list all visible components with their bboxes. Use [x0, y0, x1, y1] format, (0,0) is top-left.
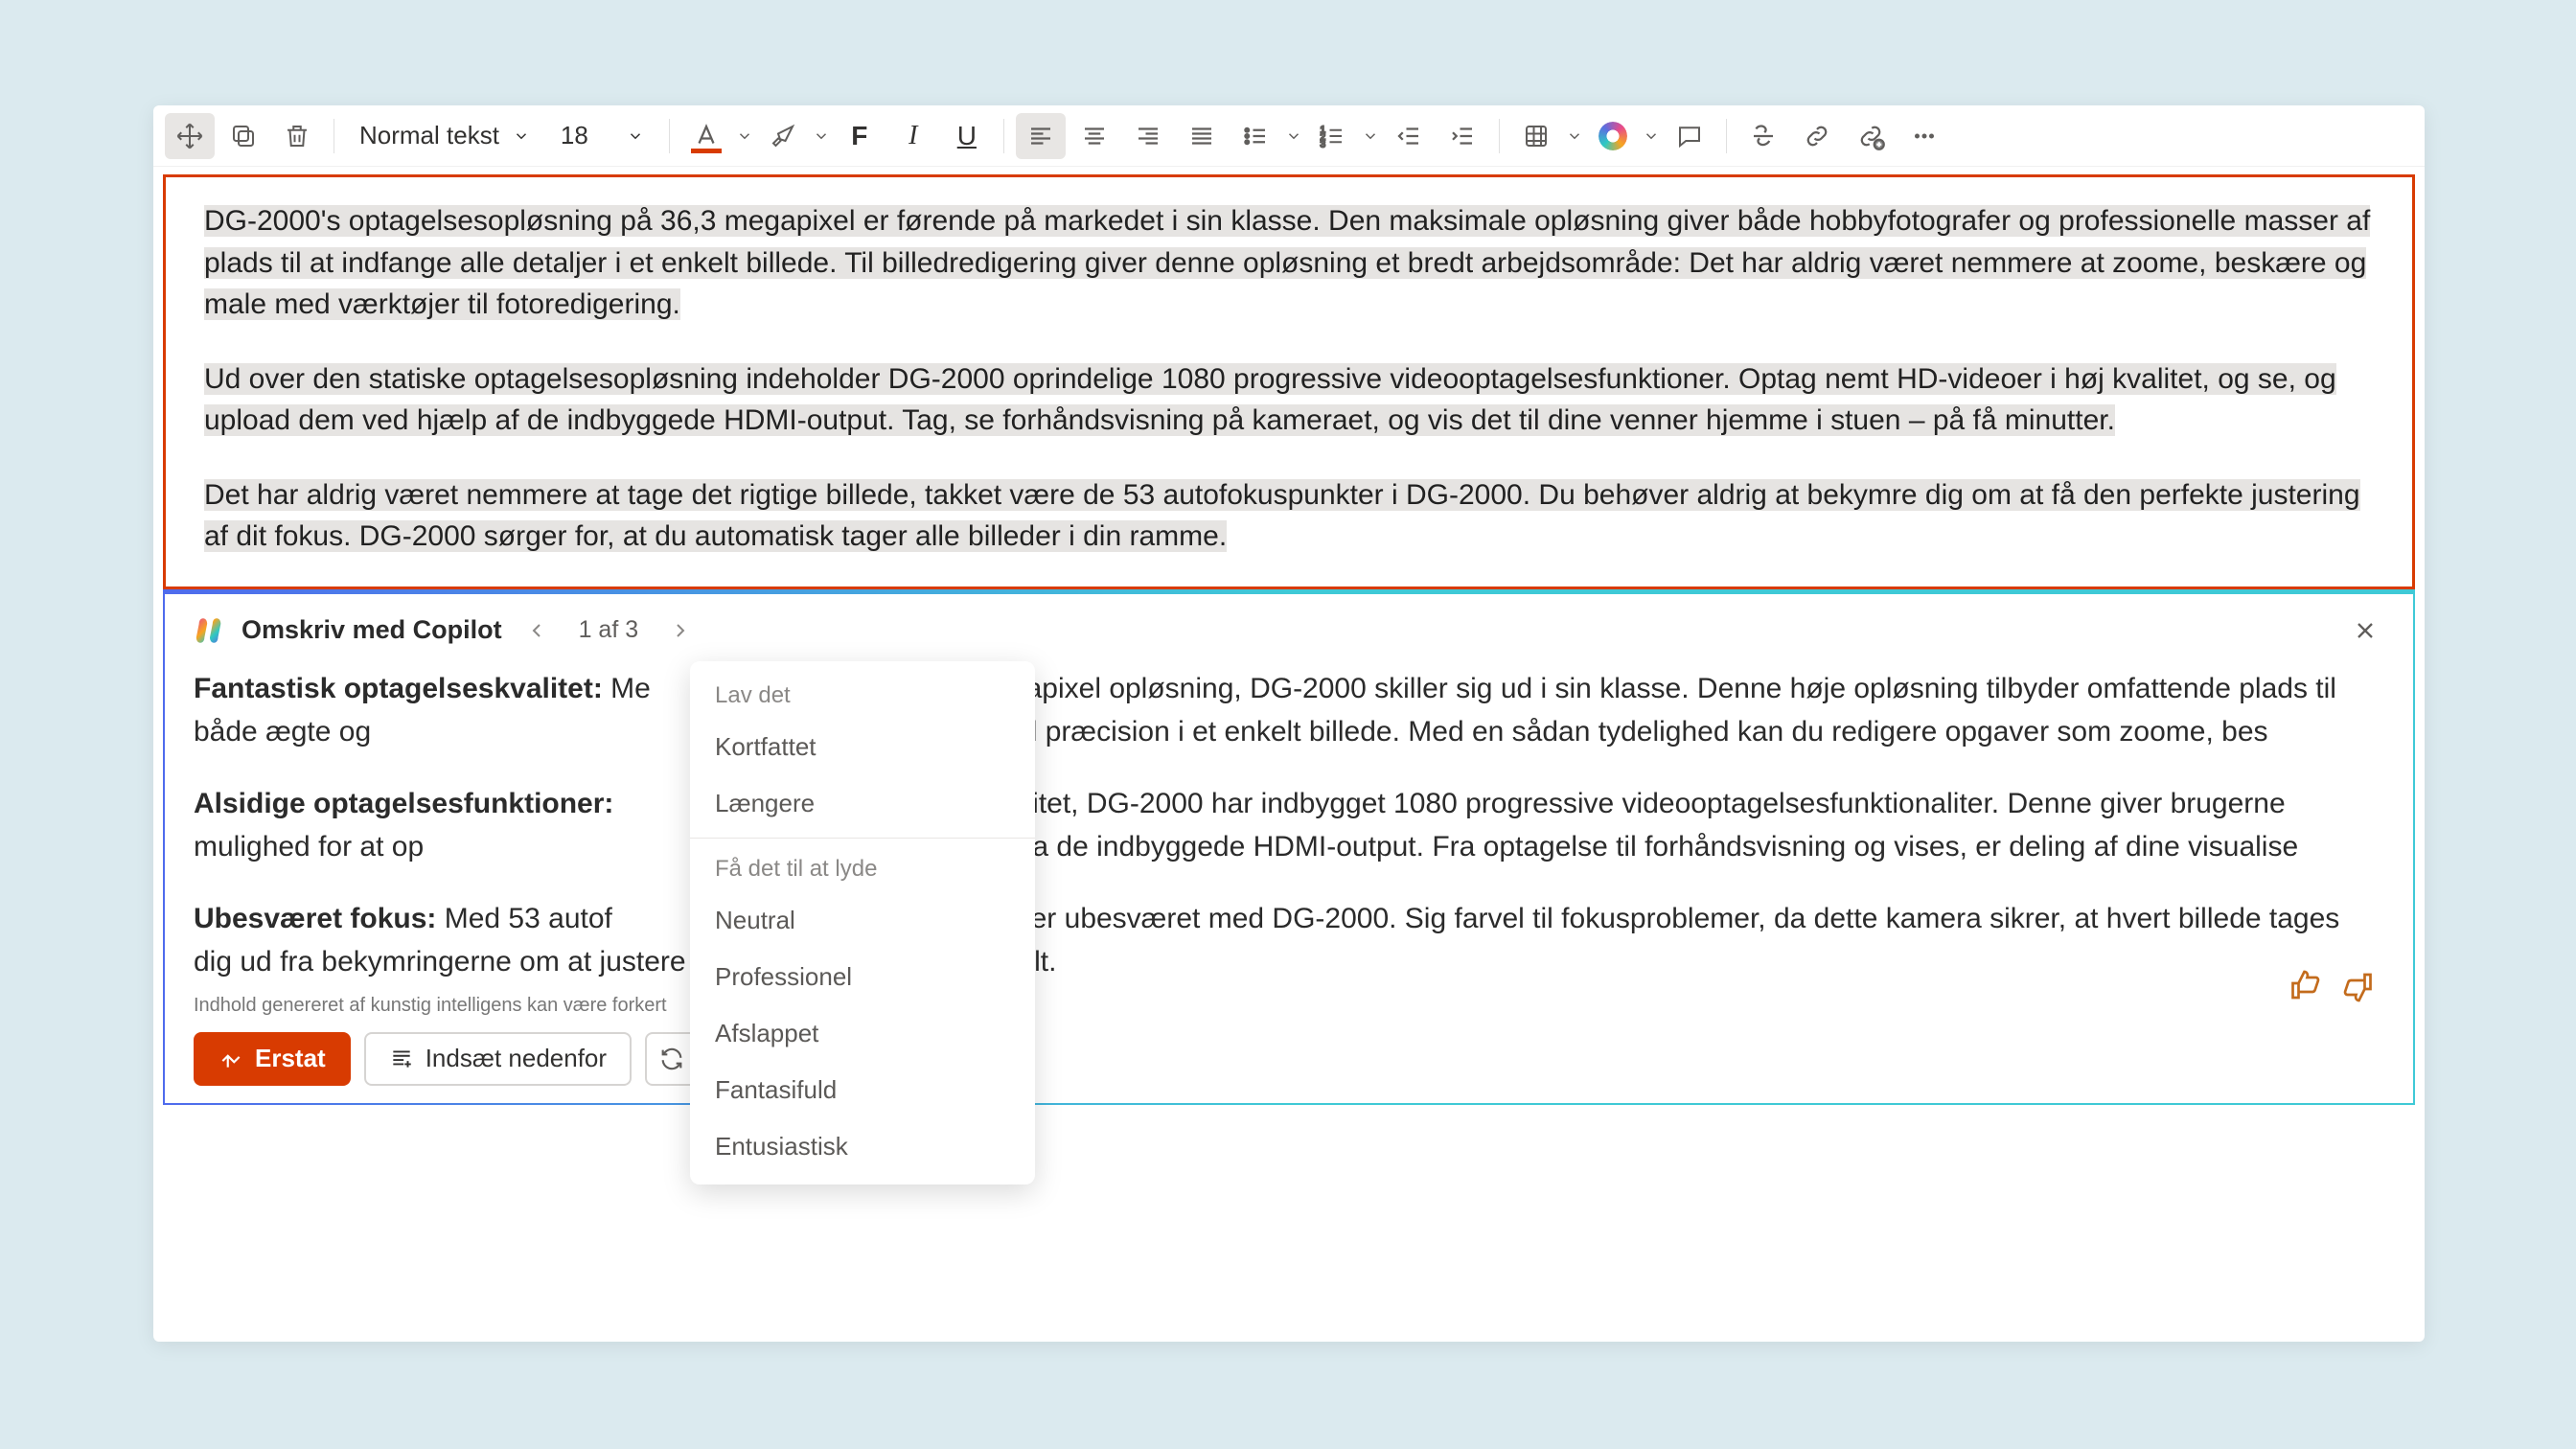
copilot-counter: 1 af 3 [571, 616, 647, 644]
bullet-chevron[interactable] [1284, 127, 1303, 145]
italic-button[interactable]: I [888, 113, 938, 159]
copilot-prev-button[interactable] [518, 611, 556, 650]
doc-paragraph-3: Det har aldrig været nemmere at tage det… [204, 474, 2374, 558]
underline-button[interactable]: U [942, 113, 992, 159]
copilot-next-button[interactable] [661, 611, 700, 650]
table-button[interactable] [1511, 113, 1561, 159]
align-center-button[interactable] [1070, 113, 1119, 159]
copilot-body: Fantastisk optagelseskvalitet: Me gapixe… [194, 667, 2384, 983]
copilot-paragraph-1: Fantastisk optagelseskvalitet: Me gapixe… [194, 667, 2384, 753]
copilot-paragraph-3: Ubesværet fokus: Med 53 autof øjeblik er… [194, 897, 2384, 983]
menu-group-label-2: Få det til at lyde [690, 844, 1035, 892]
indent-button[interactable] [1438, 113, 1487, 159]
doc-paragraph-1: DG-2000's optagelsesopløsning på 36,3 me… [204, 200, 2374, 326]
menu-group-label-1: Lav det [690, 671, 1035, 719]
copilot-title: Omskriv med Copilot [242, 615, 502, 645]
font-color-chevron[interactable] [735, 127, 754, 145]
copilot-disclaimer: Indhold genereret af kunstig intelligens… [194, 995, 2384, 1017]
bold-button[interactable]: F [835, 113, 885, 159]
link-button[interactable] [1792, 113, 1842, 159]
app-frame: Normal tekst 18 F I U 123 [153, 105, 2425, 1342]
align-justify-button[interactable] [1177, 113, 1227, 159]
menu-item-concise[interactable]: Kortfattet [690, 719, 1035, 775]
copilot-close-button[interactable] [2346, 611, 2384, 650]
copilot-logo-icon [194, 614, 226, 647]
menu-item-professional[interactable]: Professionel [690, 949, 1035, 1005]
align-right-button[interactable] [1123, 113, 1173, 159]
strikethrough-button[interactable] [1738, 113, 1788, 159]
more-button[interactable] [1899, 113, 1949, 159]
thumbs-up-button[interactable] [2288, 969, 2323, 1003]
menu-separator [690, 838, 1035, 839]
insert-below-button[interactable]: Indsæt nedenfor [364, 1032, 632, 1086]
replace-button[interactable]: Erstat [194, 1032, 351, 1086]
menu-item-casual[interactable]: Afslappet [690, 1005, 1035, 1062]
menu-item-neutral[interactable]: Neutral [690, 892, 1035, 949]
doc-paragraph-2: Ud over den statiske optagelsesopløsning… [204, 358, 2374, 442]
svg-text:3: 3 [1320, 139, 1325, 150]
numbered-list-button[interactable]: 123 [1307, 113, 1357, 159]
font-size-select[interactable]: 18 [547, 113, 657, 159]
copilot-toolbar-button[interactable] [1588, 113, 1638, 159]
copilot-actions: Erstat Indsæt nedenfor [194, 1032, 2384, 1086]
menu-item-enthusiastic[interactable]: Entusiastisk [690, 1118, 1035, 1175]
document-body[interactable]: DG-2000's optagelsesopløsning på 36,3 me… [163, 174, 2415, 589]
delete-button[interactable] [272, 113, 322, 159]
thumbs-down-button[interactable] [2340, 969, 2375, 1003]
menu-item-imaginative[interactable]: Fantasifuld [690, 1062, 1035, 1118]
bullet-list-button[interactable] [1230, 113, 1280, 159]
move-button[interactable] [165, 113, 215, 159]
align-left-button[interactable] [1016, 113, 1066, 159]
menu-item-longer[interactable]: Længere [690, 775, 1035, 832]
tone-dropdown-menu: Lav det Kortfattet Længere Få det til at… [690, 661, 1035, 1184]
copilot-panel: Omskriv med Copilot 1 af 3 Fantastisk op… [163, 589, 2415, 1105]
font-color-button[interactable] [681, 113, 731, 159]
numbered-chevron[interactable] [1361, 127, 1380, 145]
copilot-feedback [2288, 969, 2375, 1003]
unlink-button[interactable] [1846, 113, 1896, 159]
copilot-header: Omskriv med Copilot 1 af 3 [194, 611, 2384, 650]
copilot-chevron[interactable] [1642, 127, 1661, 145]
comment-button[interactable] [1665, 113, 1714, 159]
table-chevron[interactable] [1565, 127, 1584, 145]
style-label: Normal tekst [359, 121, 499, 150]
size-label: 18 [561, 121, 588, 150]
highlight-button[interactable] [758, 113, 808, 159]
copilot-icon [1598, 122, 1627, 150]
copilot-paragraph-2: Alsidige optagelsesfunktioner: kvalitet,… [194, 782, 2384, 868]
toolbar: Normal tekst 18 F I U 123 [153, 105, 2425, 167]
paragraph-style-select[interactable]: Normal tekst [346, 113, 543, 159]
outdent-button[interactable] [1384, 113, 1434, 159]
copy-button[interactable] [218, 113, 268, 159]
highlight-chevron[interactable] [812, 127, 831, 145]
